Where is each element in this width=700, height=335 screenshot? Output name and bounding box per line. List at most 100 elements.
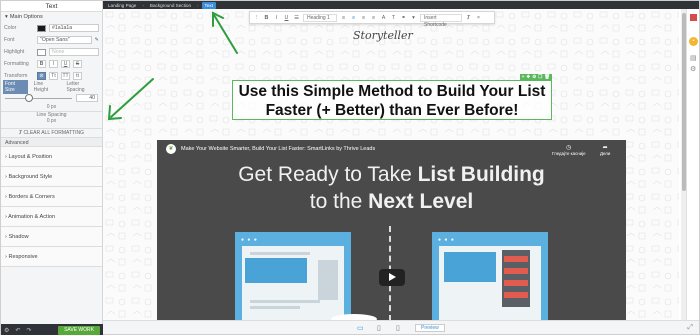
- play-button[interactable]: [379, 269, 405, 286]
- font-color-icon[interactable]: A: [380, 15, 387, 21]
- embedded-video[interactable]: ❦ Make Your Website Smarter, Build Your …: [157, 140, 626, 321]
- align-center-icon[interactable]: ≡: [350, 15, 357, 21]
- color-row: Color #1a1a1a: [1, 22, 102, 34]
- mobile-view-icon[interactable]: ▯: [396, 324, 400, 332]
- breadcrumb-item-text[interactable]: Text: [201, 1, 216, 9]
- watch-later-button[interactable]: ◷ Гледајте касније: [552, 144, 586, 156]
- add-icon[interactable]: +: [522, 74, 525, 80]
- drag-handle-icon[interactable]: ⋮: [253, 15, 260, 21]
- slider-track[interactable]: [5, 98, 72, 99]
- align-right-icon[interactable]: ≡: [360, 15, 367, 21]
- illustration-cta: [504, 280, 528, 286]
- clear-format-icon[interactable]: Ⱦ: [465, 15, 472, 21]
- typography-tabs: Font Size Line Height Letter Spacing: [1, 80, 102, 94]
- accordion-responsive[interactable]: › Responsive: [1, 247, 102, 267]
- element-action-bar: + ✥ ⚙ ❐ 🗑: [519, 74, 552, 80]
- main-options-label: Main Options: [9, 14, 43, 20]
- highlight-label: Highlight: [4, 49, 25, 55]
- copy-icon[interactable]: ❐: [538, 74, 542, 80]
- uppercase-button[interactable]: TT: [61, 72, 70, 80]
- video-channel-logo: ❦: [166, 144, 176, 154]
- panel-title: Text: [1, 1, 102, 12]
- pencil-icon[interactable]: ✎: [95, 37, 99, 43]
- strikethrough-button[interactable]: S: [73, 60, 82, 68]
- underline-icon[interactable]: U: [283, 15, 290, 21]
- video-text-normal: Get Ready to Take: [238, 163, 418, 186]
- desktop-view-icon[interactable]: ▭: [357, 324, 364, 332]
- align-left-icon[interactable]: ≡: [340, 15, 347, 21]
- underline-button[interactable]: U: [61, 60, 70, 68]
- italic-button[interactable]: I: [49, 60, 58, 68]
- illustration-image: [245, 258, 307, 283]
- accordion-shadow[interactable]: › Shadow: [1, 227, 102, 247]
- editor-canvas[interactable]: Storyteller ⋮ B I U ☰ Heading 1 ≡ ≡ ≡ ≡ …: [103, 9, 679, 321]
- preview-button[interactable]: Preview: [415, 324, 445, 332]
- link-icon[interactable]: ⚭: [400, 15, 407, 21]
- lowercase-button[interactable]: tt: [73, 72, 82, 80]
- settings-icon[interactable]: ⚙: [4, 327, 9, 334]
- video-text-normal: to the: [309, 190, 369, 213]
- share-label: Дели: [600, 151, 611, 156]
- video-text-bold: List Building: [417, 163, 545, 186]
- breadcrumb-item-background-section[interactable]: Background Section: [147, 2, 194, 9]
- headline-line-1: Use this Simple Method to Build Your Lis…: [238, 83, 546, 100]
- highlight-swatch[interactable]: [37, 48, 46, 56]
- undo-icon[interactable]: ↶: [15, 327, 20, 334]
- accordion-layout-position[interactable]: › Layout & Position: [1, 147, 102, 167]
- breadcrumb-item-landing-page[interactable]: Landing Page: [105, 2, 139, 9]
- accordion-label: Shadow: [8, 234, 29, 240]
- redo-icon[interactable]: ↷: [26, 327, 31, 334]
- italic-icon[interactable]: I: [273, 15, 280, 21]
- close-editor-icon[interactable]: [690, 14, 697, 21]
- text-size-icon[interactable]: T: [390, 15, 397, 21]
- illustration-bar: [250, 300, 320, 303]
- share-button[interactable]: ➦ Дели: [600, 144, 610, 156]
- highlight-input[interactable]: None: [49, 48, 99, 56]
- gear-icon[interactable]: ⚙: [690, 65, 696, 73]
- move-icon[interactable]: ✥: [526, 74, 530, 80]
- font-select[interactable]: "Open Sans": [37, 36, 92, 44]
- video-title[interactable]: Make Your Website Smarter, Build Your Li…: [181, 146, 375, 152]
- main-options-header[interactable]: ▾ Main Options: [1, 12, 102, 22]
- breadcrumb-separator: ›: [197, 2, 199, 8]
- accordion-animation-action[interactable]: › Animation & Action: [1, 207, 102, 227]
- color-input[interactable]: #1a1a1a: [49, 24, 99, 32]
- chevron-right-icon: ›: [5, 214, 7, 220]
- more-icon[interactable]: ▾: [410, 15, 417, 21]
- illustration-right: ● ● ●: [432, 232, 548, 321]
- illustration-bar: [250, 306, 300, 309]
- accordion-borders-corners[interactable]: › Borders & Corners: [1, 187, 102, 207]
- delete-icon[interactable]: 🗑: [544, 74, 550, 80]
- spacing-value-top: 0 px: [46, 104, 57, 110]
- font-size-input[interactable]: 40: [76, 94, 98, 102]
- bold-icon[interactable]: B: [263, 15, 270, 21]
- chevron-right-icon: ›: [5, 154, 7, 160]
- expand-icon[interactable]: ⤢: [687, 324, 693, 332]
- chevron-right-icon: ›: [5, 234, 7, 240]
- breadcrumb: Landing Page › Background Section › Text: [103, 1, 699, 9]
- illustration-image: [444, 252, 496, 282]
- layers-icon[interactable]: ▤: [690, 54, 697, 62]
- share-icon: ➦: [602, 145, 608, 151]
- settings-icon[interactable]: ⚙: [532, 74, 536, 80]
- help-icon[interactable]: •: [689, 37, 698, 46]
- clear-formatting-label: CLEAR ALL FORMATTING: [23, 130, 85, 136]
- illustration-bar: [250, 252, 310, 255]
- bold-button[interactable]: B: [37, 60, 46, 68]
- selected-headline[interactable]: Use this Simple Method to Build Your Lis…: [232, 74, 552, 120]
- clock-icon: ◷: [566, 145, 572, 151]
- tablet-view-icon[interactable]: ▯: [377, 324, 381, 332]
- save-work-button[interactable]: SAVE WORK: [58, 325, 100, 335]
- justify-icon[interactable]: ≡: [370, 15, 377, 21]
- list-icon[interactable]: ☰: [293, 15, 300, 21]
- transform-none-button[interactable]: ⊘: [37, 72, 46, 80]
- slider-handle[interactable]: [25, 94, 33, 102]
- heading-select[interactable]: Heading 1: [303, 13, 337, 22]
- close-icon[interactable]: ×: [475, 15, 482, 21]
- clear-formatting-button[interactable]: Ⱦ CLEAR ALL FORMATTING: [1, 128, 102, 137]
- capitalize-button[interactable]: Tt: [49, 72, 58, 80]
- accordion-background-style[interactable]: › Background Style: [1, 167, 102, 187]
- insert-shortcode-select[interactable]: Insert Shortcode: [420, 13, 462, 28]
- illustration-cta: [504, 268, 528, 274]
- color-swatch[interactable]: [37, 24, 46, 32]
